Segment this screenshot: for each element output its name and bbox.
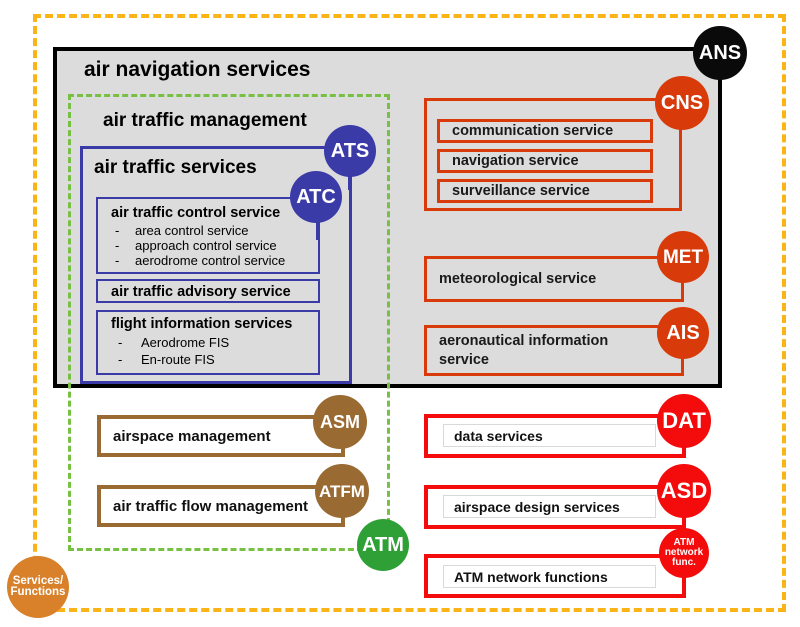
list-item: area control service [135, 223, 249, 238]
badge-met-label: MET [662, 246, 704, 268]
communication-service-box: communication service [437, 119, 653, 143]
atm-network-functions-inner: ATM network functions [443, 565, 656, 588]
badge-asd-label: ASD [660, 478, 708, 503]
list-dash: - [115, 238, 120, 253]
communication-service-label: communication service [452, 123, 614, 139]
badge-atm[interactable]: ATM [357, 519, 409, 571]
badge-dat[interactable]: DAT [657, 394, 711, 448]
badge-asd[interactable]: ASD [657, 464, 711, 518]
airspace-design-services-label: airspace design services [454, 498, 620, 515]
list-item: approach control service [135, 238, 277, 253]
page-title: air navigation services [84, 58, 311, 81]
badge-atfm-label: ATFM [319, 481, 365, 501]
badge-ans[interactable]: ANS [693, 26, 747, 80]
air-traffic-flow-management-label: air traffic flow management [113, 497, 309, 515]
badge-atfm[interactable]: ATFM [315, 464, 369, 518]
list-item: En-route FIS [141, 352, 215, 367]
badge-ais-label: AIS [666, 322, 700, 344]
badge-ats-label: ATS [330, 140, 370, 162]
list-item: aerodrome control service [135, 253, 286, 268]
airspace-management-label: airspace management [113, 427, 271, 445]
badge-atc-label: ATC [296, 186, 336, 208]
data-services-label: data services [454, 427, 543, 444]
badge-ats[interactable]: ATS [324, 125, 376, 177]
navigation-service-box: navigation service [437, 149, 653, 173]
atm-network-functions-label: ATM network functions [454, 568, 608, 585]
atm-title: air traffic management [103, 110, 307, 131]
badge-dat-label: DAT [662, 408, 706, 433]
data-services-inner: data services [443, 424, 656, 447]
list-item: Aerodrome FIS [141, 335, 230, 350]
airspace-management-box: airspace management [97, 415, 345, 457]
badge-atc[interactable]: ATC [290, 171, 342, 223]
badge-ans-label: ANS [698, 42, 742, 64]
badge-cns[interactable]: CNS [655, 76, 709, 130]
badge-ais[interactable]: AIS [657, 307, 709, 359]
aeronautical-information-service-label: aeronautical information service [439, 333, 609, 368]
badge-met[interactable]: MET [657, 231, 709, 283]
air-traffic-flow-management-box: air traffic flow management [97, 485, 345, 527]
badge-services-functions[interactable]: Services/ Functions [7, 556, 69, 618]
badge-atm-network-func[interactable]: ATM network func. [659, 528, 709, 578]
atc-title: air traffic control service [111, 205, 281, 221]
badge-services-functions-line2: Functions [10, 586, 66, 598]
meteorological-service-label: meteorological service [439, 271, 597, 287]
badge-asm-label: ASM [320, 412, 360, 432]
badge-cns-label: CNS [660, 92, 704, 114]
surveillance-service-label: surveillance service [452, 183, 590, 199]
airspace-design-services-inner: airspace design services [443, 495, 656, 518]
navigation-service-label: navigation service [452, 153, 579, 169]
aeronautical-information-service-box: aeronautical information service [424, 325, 684, 376]
list-dash: - [115, 253, 120, 268]
fis-title: flight information services [111, 316, 293, 332]
advisory-title: air traffic advisory service [111, 284, 291, 300]
badge-atm-network-func-line3: func. [672, 557, 696, 568]
surveillance-service-box: surveillance service [437, 179, 653, 203]
meteorological-service-box: meteorological service [424, 256, 684, 302]
list-dash: - [115, 223, 120, 238]
ats-title: air traffic services [94, 157, 257, 178]
list-dash: - [118, 335, 123, 350]
diagram-canvas: air navigation services air traffic mana… [0, 0, 800, 627]
list-dash: - [118, 352, 123, 367]
badge-atm-label: ATM [362, 534, 404, 556]
badge-asm[interactable]: ASM [313, 395, 367, 449]
